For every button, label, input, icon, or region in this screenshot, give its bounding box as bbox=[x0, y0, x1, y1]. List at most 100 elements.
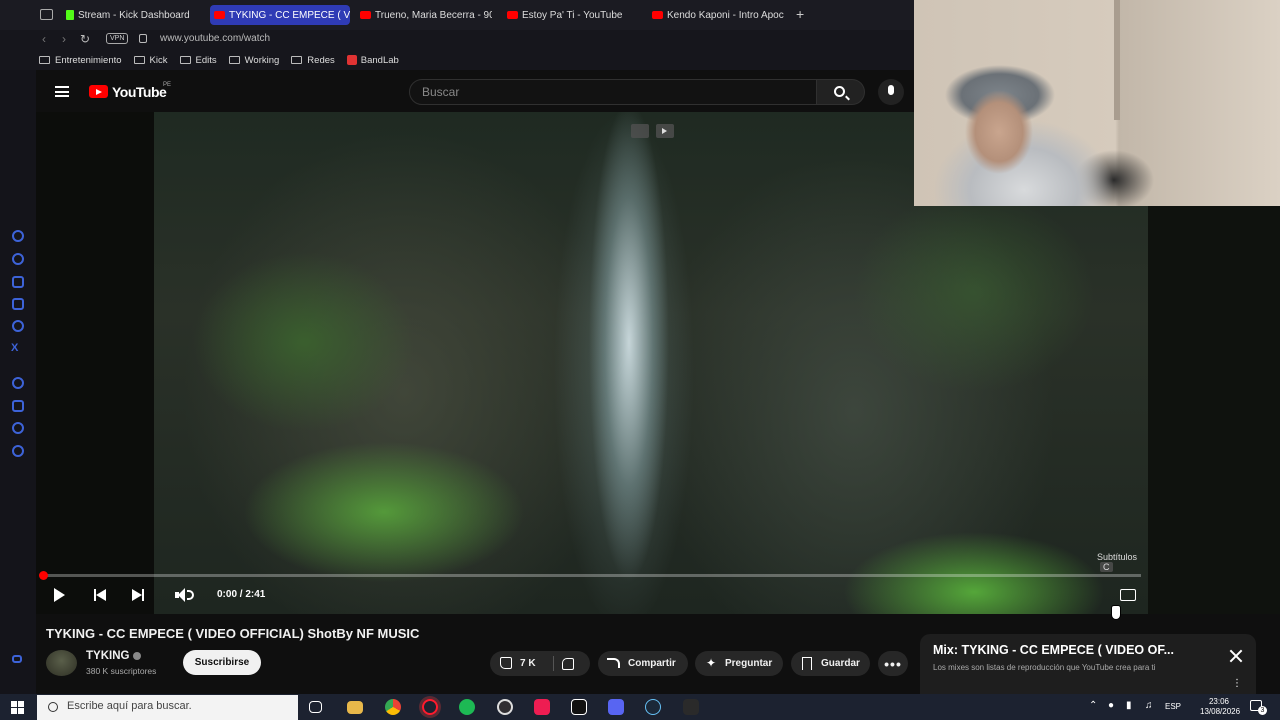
search-box[interactable] bbox=[409, 79, 817, 105]
bookmark-working[interactable]: Working bbox=[228, 55, 279, 66]
file-explorer-icon[interactable] bbox=[347, 701, 363, 714]
next-icon[interactable] bbox=[132, 589, 144, 601]
settings-icon[interactable] bbox=[12, 445, 24, 457]
bookmark-label: Entretenimiento bbox=[55, 54, 122, 66]
video-title: TYKING - CC EMPECE ( VIDEO OFFICIAL) Sho… bbox=[46, 626, 420, 641]
miniplayer-icon[interactable] bbox=[631, 124, 649, 138]
tab-trueno[interactable]: Trueno, Maria Becerra - 90 bbox=[360, 5, 492, 25]
battery-icon[interactable]: ▮ bbox=[1126, 700, 1132, 711]
more-actions-button[interactable]: ••• bbox=[878, 651, 908, 676]
new-tab-icon[interactable]: + bbox=[796, 7, 804, 21]
opera-icon[interactable] bbox=[422, 699, 438, 715]
taskbar-search[interactable] bbox=[37, 695, 298, 720]
youtube-logo-text[interactable]: YouTube bbox=[112, 84, 167, 100]
whatsapp-icon[interactable] bbox=[12, 253, 24, 265]
language-indicator[interactable]: ESP bbox=[1165, 702, 1181, 711]
downloads-icon[interactable] bbox=[12, 400, 24, 412]
windows-taskbar: ⌃ ● ▮ ♫ ESP 23:06 13/08/2026 3 bbox=[0, 694, 1280, 720]
thumbs-up-icon[interactable] bbox=[500, 657, 512, 669]
captions-icon[interactable] bbox=[1120, 589, 1136, 601]
hand-cursor-icon bbox=[1111, 605, 1121, 620]
youtube-icon bbox=[214, 11, 225, 19]
reload-icon[interactable]: ↻ bbox=[80, 32, 90, 46]
obs-icon[interactable] bbox=[497, 699, 513, 715]
volume-icon[interactable]: ♫ bbox=[1145, 700, 1153, 711]
mix-title[interactable]: Mix: TYKING - CC EMPECE ( VIDEO OF... bbox=[933, 643, 1174, 657]
extensions-icon[interactable] bbox=[12, 422, 24, 434]
browser-sidebar: X bbox=[0, 0, 36, 694]
taskbar-search-input[interactable] bbox=[67, 700, 287, 712]
vpn-badge[interactable]: VPN bbox=[106, 33, 129, 44]
windows-start-icon[interactable] bbox=[11, 701, 24, 714]
tab-menu-icon[interactable] bbox=[40, 9, 53, 20]
url-field[interactable]: www.youtube.com/watch bbox=[160, 33, 270, 44]
messenger-icon[interactable] bbox=[12, 230, 24, 242]
forward-icon[interactable]: › bbox=[62, 32, 66, 46]
back-icon[interactable]: ‹ bbox=[42, 32, 46, 46]
channel-avatar[interactable] bbox=[46, 650, 77, 676]
spotify-icon[interactable] bbox=[459, 699, 475, 715]
microphone-icon bbox=[888, 85, 894, 95]
mix-playlist-panel[interactable]: Mix: TYKING - CC EMPECE ( VIDEO OF... Lo… bbox=[920, 634, 1256, 694]
epic-games-icon[interactable] bbox=[683, 699, 699, 715]
capcut-icon[interactable] bbox=[571, 699, 587, 715]
tab-label: Estoy Pa' Ti - YouTube bbox=[522, 9, 623, 21]
previous-icon[interactable] bbox=[94, 589, 106, 601]
task-view-icon[interactable] bbox=[309, 701, 322, 713]
instagram-icon[interactable] bbox=[12, 298, 24, 310]
chrome-icon[interactable] bbox=[385, 699, 401, 715]
tab-kick-dashboard[interactable]: Stream - Kick Dashboard bbox=[66, 5, 202, 25]
like-count[interactable]: 7 K bbox=[520, 658, 536, 669]
tab-tyking-video[interactable]: TYKING - CC EMPECE ( VI bbox=[210, 5, 350, 25]
clock-time[interactable]: 23:06 bbox=[1200, 697, 1238, 706]
progress-bar[interactable] bbox=[43, 574, 1141, 577]
lock-icon[interactable] bbox=[139, 34, 147, 43]
scrubber-handle[interactable] bbox=[39, 571, 48, 580]
discord-icon[interactable] bbox=[12, 276, 24, 288]
search-input[interactable] bbox=[422, 85, 802, 99]
sparkle-icon: ✦ bbox=[706, 656, 717, 670]
more-vertical-icon[interactable]: ⋮ bbox=[1232, 678, 1242, 689]
bookmark-edits[interactable]: Edits bbox=[179, 55, 217, 66]
tab-estoy-pa-ti[interactable]: Estoy Pa' Ti - YouTube bbox=[507, 5, 639, 25]
save-button[interactable]: Guardar bbox=[791, 651, 870, 676]
bookmark-entretenimiento[interactable]: Entretenimiento bbox=[39, 55, 122, 66]
menu-icon[interactable] bbox=[55, 86, 69, 97]
clock-date[interactable]: 13/08/2026 bbox=[1200, 707, 1240, 716]
tiktok-icon[interactable] bbox=[12, 320, 24, 332]
folder-icon bbox=[179, 56, 191, 64]
share-button[interactable]: Compartir bbox=[598, 651, 688, 676]
microphone-icon[interactable]: ● bbox=[1108, 700, 1114, 711]
close-icon[interactable] bbox=[1229, 649, 1243, 663]
divider bbox=[553, 656, 554, 671]
sidebar-more-icon[interactable] bbox=[12, 655, 22, 663]
history-icon[interactable] bbox=[12, 377, 24, 389]
tab-label: TYKING - CC EMPECE ( VI bbox=[229, 9, 350, 21]
channel-name[interactable]: TYKING bbox=[86, 650, 142, 662]
thumbs-down-icon[interactable] bbox=[562, 658, 574, 670]
share-icon bbox=[607, 658, 620, 668]
notification-count: 3 bbox=[1258, 706, 1267, 715]
play-icon[interactable] bbox=[54, 588, 65, 602]
discord-icon[interactable] bbox=[608, 699, 624, 715]
voice-search-button[interactable] bbox=[878, 79, 904, 105]
folder-icon bbox=[39, 56, 50, 64]
kick-icon bbox=[66, 10, 74, 20]
ask-button[interactable]: ✦ Preguntar bbox=[695, 651, 783, 676]
tray-expand-icon[interactable]: ⌃ bbox=[1089, 700, 1097, 711]
search-button[interactable] bbox=[817, 79, 865, 105]
like-dislike-group: 7 K bbox=[490, 651, 590, 676]
youtube-logo-icon[interactable] bbox=[89, 85, 108, 98]
tab-label: Stream - Kick Dashboard bbox=[78, 9, 190, 21]
skip-icon[interactable] bbox=[656, 124, 674, 138]
subscribe-button[interactable]: Suscribirse bbox=[183, 650, 261, 675]
bookmark-bandlab[interactable]: BandLab bbox=[346, 55, 399, 66]
x-icon[interactable]: X bbox=[11, 342, 18, 354]
webcam-background bbox=[1114, 0, 1120, 120]
bookmark-redes[interactable]: Redes bbox=[291, 55, 335, 66]
tab-kendo-kaponi[interactable]: Kendo Kaponi - Intro Apoc bbox=[652, 5, 788, 25]
ask-label: Preguntar bbox=[725, 658, 773, 669]
bookmark-kick[interactable]: Kick bbox=[133, 55, 168, 66]
steam-icon[interactable] bbox=[645, 699, 661, 715]
tiktok-icon[interactable] bbox=[534, 699, 550, 715]
